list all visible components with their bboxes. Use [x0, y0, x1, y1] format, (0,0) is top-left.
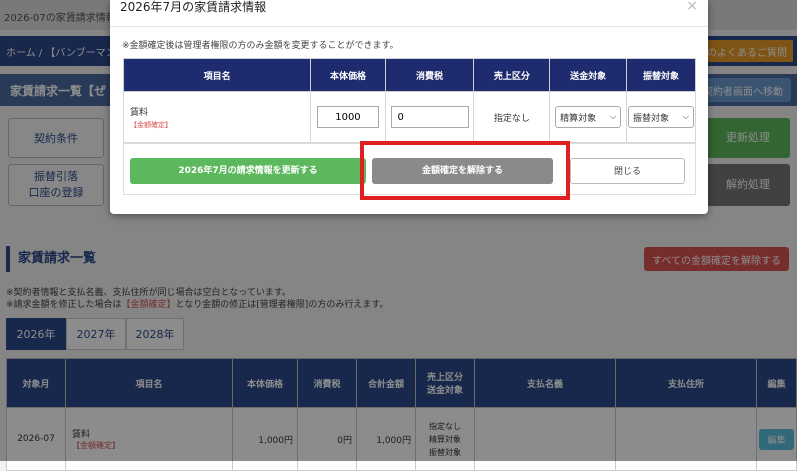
- mcell-item: 賃料 【金額確定】: [122, 91, 312, 143]
- mth-price: 本体価格: [310, 58, 386, 92]
- mcell-furikae: 振替対象 ⌵: [626, 91, 696, 143]
- mcell-item-name: 賃料: [130, 107, 149, 118]
- mth-furikae: 振替対象: [626, 58, 696, 92]
- close-icon[interactable]: ×: [686, 0, 698, 14]
- furikae-select-value: 振替対象: [633, 113, 670, 124]
- modal-row: 賃料 【金額確定】 指定なし 精算対象 ⌵ 振替対象 ⌵: [122, 91, 696, 143]
- furikae-select[interactable]: 振替対象 ⌵: [628, 106, 694, 128]
- price-input[interactable]: [316, 106, 379, 128]
- tax-input[interactable]: [390, 106, 469, 128]
- mcell-sokin: 精算対象 ⌵: [549, 91, 627, 143]
- update-billing-button[interactable]: 2026年7月の請求情報を更新する: [130, 158, 366, 184]
- mcell-item-tag: 【金額確定】: [130, 120, 172, 129]
- sokin-select[interactable]: 精算対象 ⌵: [555, 106, 622, 128]
- close-button[interactable]: 閉じる: [570, 158, 685, 184]
- mth-sokin: 送金対象: [549, 58, 627, 92]
- modal-note: ※金額確定後は管理者権限の方のみ金額を変更することができます。: [122, 41, 399, 51]
- highlight-box: [360, 141, 570, 200]
- mcell-tax: [384, 91, 475, 143]
- modal-header-row: 項目名 本体価格 消費税 売上区分 送金対象 振替対象: [122, 58, 696, 92]
- mcell-price: [310, 91, 386, 143]
- mth-item: 項目名: [122, 58, 312, 92]
- sokin-select-value: 精算対象: [560, 113, 597, 124]
- mth-tax: 消費税: [384, 58, 475, 92]
- mth-kubun: 売上区分: [473, 58, 551, 92]
- modal-table: 項目名 本体価格 消費税 売上区分 送金対象 振替対象 賃料 【金額確定】 指定…: [122, 58, 696, 143]
- modal-divider: [110, 26, 708, 27]
- modal-title: 2026年7月の家賃請求情報: [120, 0, 267, 14]
- mcell-kubun: 指定なし: [473, 91, 551, 143]
- chevron-down-icon: ⌵: [682, 112, 689, 121]
- chevron-down-icon: ⌵: [610, 112, 617, 121]
